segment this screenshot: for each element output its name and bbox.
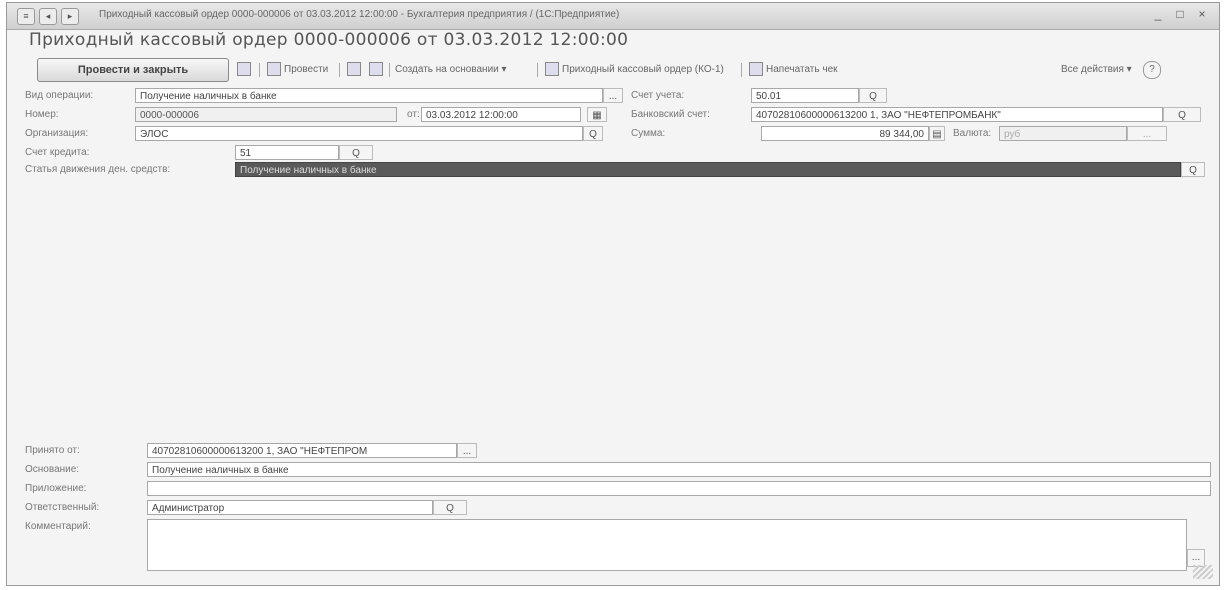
window-title: Приходный кассовый ордер 0000-000006 от … xyxy=(99,9,620,20)
print-icon xyxy=(545,62,559,77)
organization-label: Организация: xyxy=(25,128,89,139)
journal-button[interactable] xyxy=(369,61,386,79)
receipt-icon xyxy=(749,62,763,77)
menu-icon[interactable]: ≡ xyxy=(17,8,35,25)
toolbar-separator xyxy=(537,63,538,77)
maximize-button[interactable]: □ xyxy=(1171,7,1189,21)
account-open-icon[interactable]: Q xyxy=(859,88,887,103)
credit-account-open-icon[interactable]: Q xyxy=(339,145,373,160)
print-receipt-label: Напечатать чек xyxy=(766,64,838,75)
received-from-label: Принято от: xyxy=(25,445,80,456)
print-receipt-button[interactable]: Напечатать чек xyxy=(749,61,838,79)
bank-account-label: Банковский счет: xyxy=(631,109,710,120)
cash-flow-label: Статья движения ден. средств: xyxy=(25,164,171,175)
basis-label: Основание: xyxy=(25,464,80,475)
structure-button[interactable] xyxy=(347,61,364,79)
save-button[interactable] xyxy=(237,61,254,79)
date-label: от: xyxy=(407,109,420,120)
currency-pick-icon[interactable]: ... xyxy=(1127,126,1167,141)
number-field[interactable]: 0000-000006 xyxy=(135,107,397,122)
title-bar: ≡ ◂ ▸ Приходный кассовый ордер 0000-0000… xyxy=(7,3,1219,30)
attachment-field[interactable] xyxy=(147,481,1211,496)
toolbar-separator xyxy=(389,63,390,77)
operation-type-pick-icon[interactable]: ... xyxy=(603,88,623,103)
received-from-pick-icon[interactable]: ... xyxy=(457,443,477,458)
forward-icon[interactable]: ▸ xyxy=(61,8,79,25)
bank-account-field[interactable]: 40702810600000613200 1, ЗАО "НЕФТЕПРОМБА… xyxy=(751,107,1163,122)
document-window: ≡ ◂ ▸ Приходный кассовый ордер 0000-0000… xyxy=(6,2,1220,586)
help-icon[interactable]: ? xyxy=(1143,61,1161,79)
post-label: Провести xyxy=(284,64,329,75)
sum-field[interactable]: 89 344,00 xyxy=(761,126,929,141)
credit-account-field[interactable]: 51 xyxy=(235,145,339,160)
toolbar-separator xyxy=(259,63,260,77)
comment-field[interactable] xyxy=(147,519,1187,571)
save-icon xyxy=(237,62,251,77)
number-label: Номер: xyxy=(25,109,59,120)
post-button[interactable]: Провести xyxy=(267,61,328,79)
post-icon xyxy=(267,62,281,77)
attachment-label: Приложение: xyxy=(25,483,87,494)
basis-field[interactable]: Получение наличных в банке xyxy=(147,462,1211,477)
operation-type-label: Вид операции: xyxy=(25,90,94,101)
close-button[interactable]: × xyxy=(1193,7,1211,21)
received-from-field[interactable]: 40702810600000613200 1, ЗАО "НЕФТЕПРОМ xyxy=(147,443,457,458)
responsible-open-icon[interactable]: Q xyxy=(433,500,467,515)
back-icon[interactable]: ◂ xyxy=(39,8,57,25)
organization-open-icon[interactable]: Q xyxy=(583,126,603,141)
all-actions-button[interactable]: Все действия ▾ xyxy=(1061,61,1132,79)
print-form-button[interactable]: Приходный кассовый ордер (КО-1) xyxy=(545,61,724,79)
responsible-field[interactable]: Администратор xyxy=(147,500,433,515)
cash-flow-open-icon[interactable]: Q xyxy=(1181,162,1205,177)
bank-account-open-icon[interactable]: Q xyxy=(1163,107,1201,122)
toolbar-separator xyxy=(339,63,340,77)
account-field[interactable]: 50.01 xyxy=(751,88,859,103)
operation-type-field[interactable]: Получение наличных в банке xyxy=(135,88,603,103)
date-field[interactable]: 03.03.2012 12:00:00 xyxy=(421,107,581,122)
account-label: Счет учета: xyxy=(631,90,685,101)
cash-flow-field[interactable]: Получение наличных в банке xyxy=(235,162,1181,177)
page-title: Приходный кассовый ордер 0000-000006 от … xyxy=(29,30,629,50)
post-and-close-button[interactable]: Провести и закрыть xyxy=(37,58,229,82)
currency-field[interactable]: руб xyxy=(999,126,1127,141)
comment-label: Комментарий: xyxy=(25,521,91,532)
structure-icon xyxy=(347,62,361,77)
currency-label: Валюта: xyxy=(953,128,992,139)
responsible-label: Ответственный: xyxy=(25,502,100,513)
print-form-label: Приходный кассовый ордер (КО-1) xyxy=(562,64,724,75)
create-based-button[interactable]: Создать на основании ▾ xyxy=(395,61,507,79)
resize-grip[interactable] xyxy=(1193,565,1213,579)
minimize-button[interactable]: _ xyxy=(1149,7,1167,21)
toolbar: Провести и закрыть Провести Создать на о… xyxy=(23,58,1211,82)
calendar-icon[interactable]: ▦ xyxy=(587,107,607,122)
sum-label: Сумма: xyxy=(631,128,666,139)
toolbar-separator xyxy=(741,63,742,77)
organization-field[interactable]: ЭЛОС xyxy=(135,126,583,141)
credit-account-label: Счет кредита: xyxy=(25,147,90,158)
calculator-icon[interactable]: ▤ xyxy=(929,126,945,141)
journal-icon xyxy=(369,62,383,77)
